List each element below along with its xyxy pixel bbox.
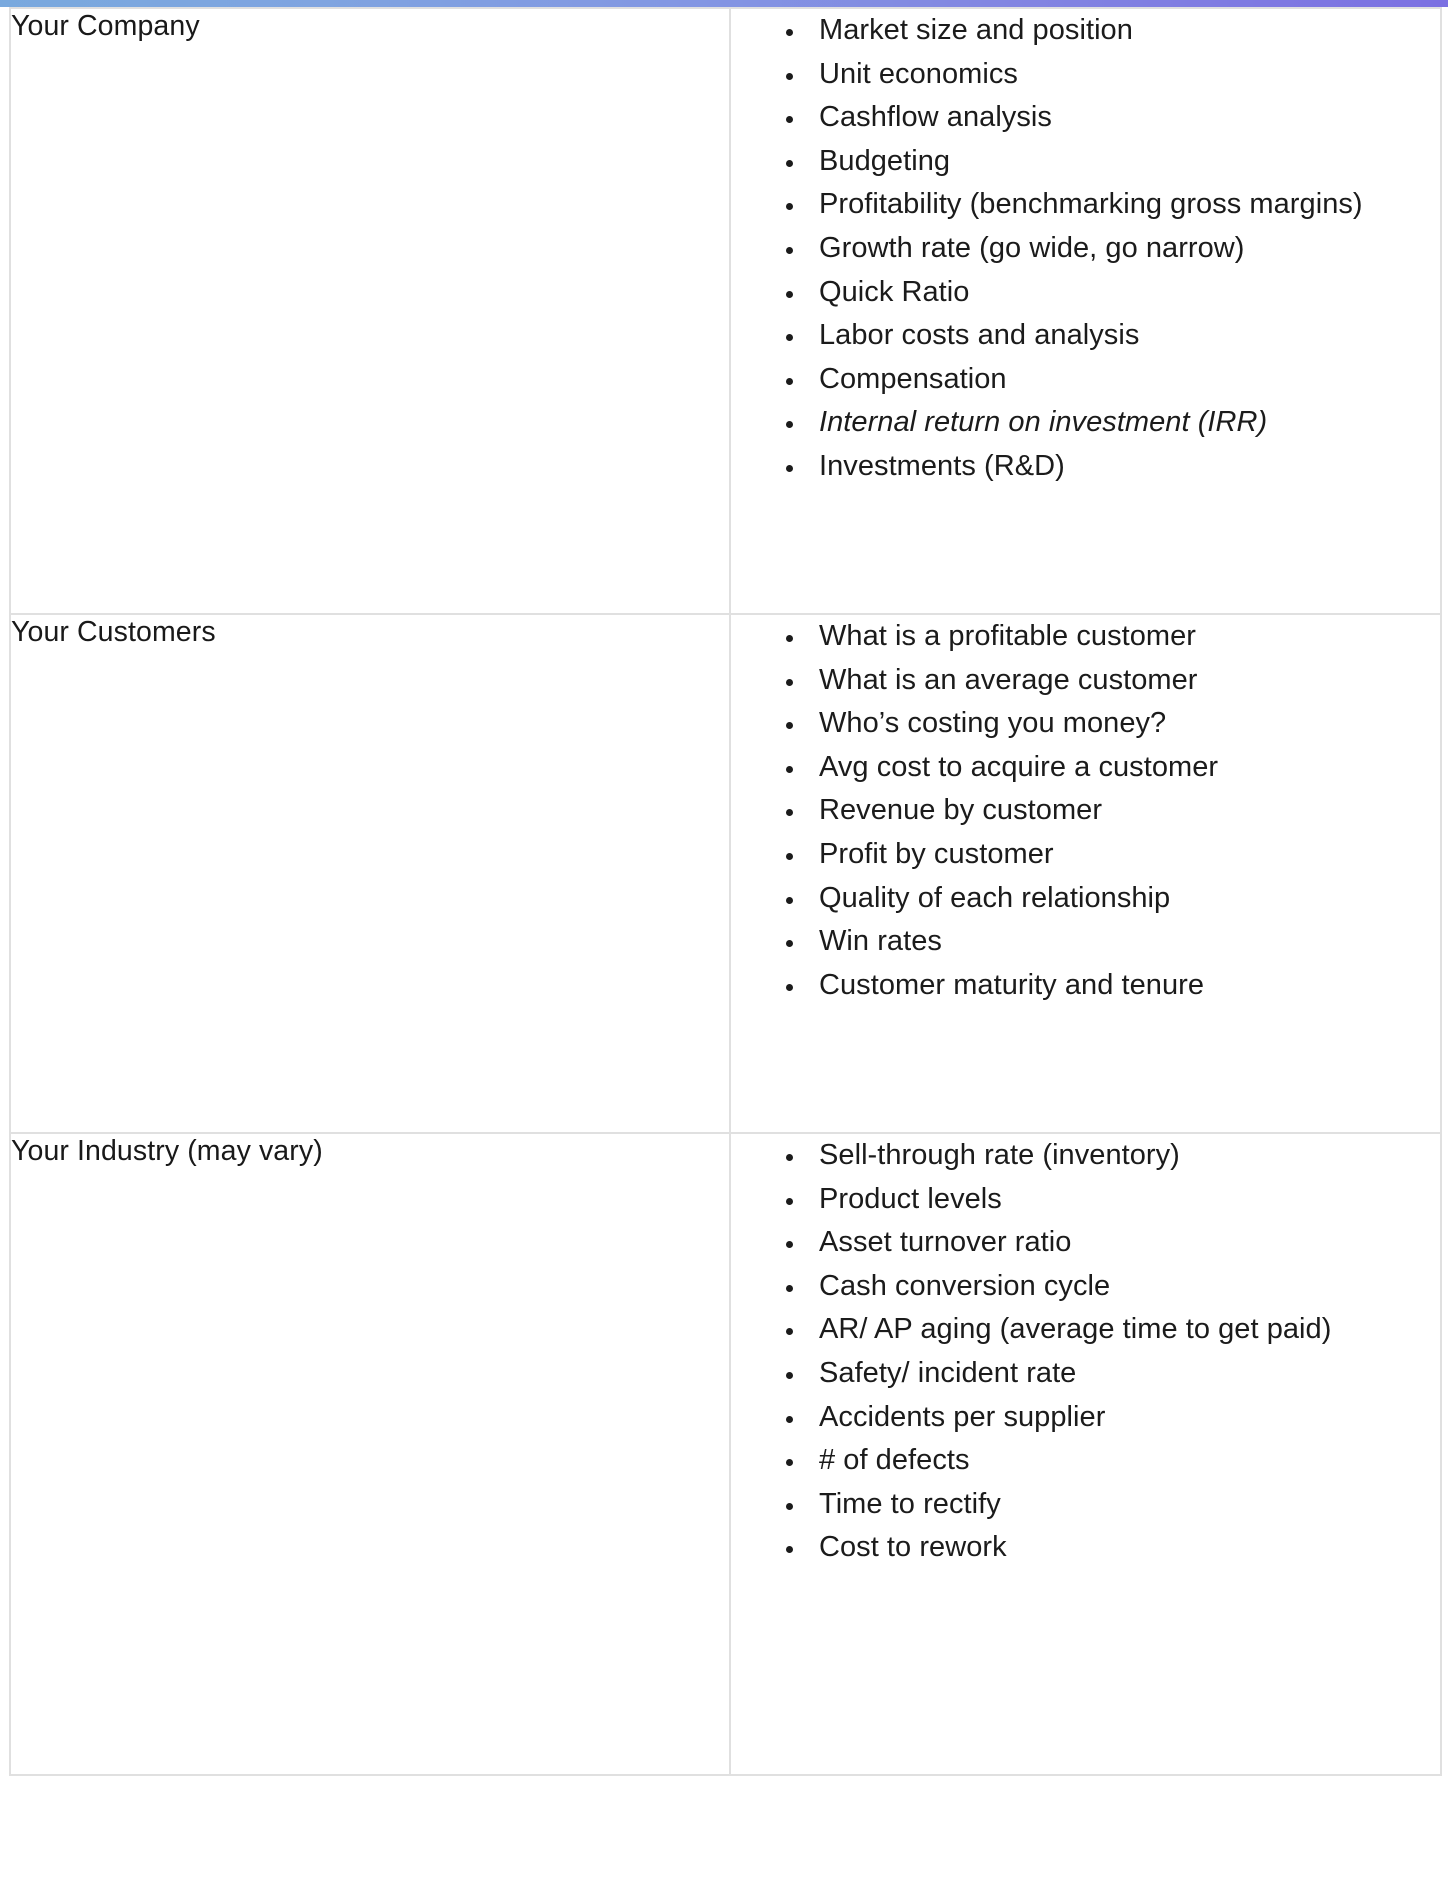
list-item: Compensation [807, 358, 1440, 402]
row-items-cell-customers: What is a profitable customer What is an… [729, 613, 1442, 1134]
table-row: Your Company Market size and position Un… [9, 7, 1442, 615]
list-item: Market size and position [807, 9, 1440, 53]
row-items-cell-industry: Sell-through rate (inventory) Product le… [729, 1132, 1442, 1776]
list-item: Labor costs and analysis [807, 314, 1440, 358]
row-label-cell-customers: Your Customers [9, 613, 731, 1134]
list-item: Investments (R&D) [807, 445, 1440, 489]
table-container: Your Company Market size and position Un… [9, 7, 1442, 1776]
list-item: Win rates [807, 920, 1440, 964]
top-gradient-divider [0, 0, 1448, 7]
list-item: Revenue by customer [807, 789, 1440, 833]
bullet-list-company: Market size and position Unit economics … [731, 9, 1440, 489]
bullet-list-customers: What is a profitable customer What is an… [731, 615, 1440, 1007]
table-row: Your Industry (may vary) Sell-through ra… [9, 1132, 1442, 1776]
list-item: Quick Ratio [807, 271, 1440, 315]
list-item: Cashflow analysis [807, 96, 1440, 140]
row-label-industry: Your Industry (may vary) [11, 1135, 323, 1167]
list-item: # of defects [807, 1439, 1440, 1483]
list-item: Customer maturity and tenure [807, 964, 1440, 1008]
list-item: Avg cost to acquire a customer [807, 746, 1440, 790]
list-item: What is an average customer [807, 659, 1440, 703]
list-item: Safety/ incident rate [807, 1352, 1440, 1396]
list-item: Time to rectify [807, 1483, 1440, 1527]
metrics-matrix-table: Your Company Market size and position Un… [9, 7, 1442, 1776]
list-item: Unit economics [807, 53, 1440, 97]
row-label-cell-industry: Your Industry (may vary) [9, 1132, 731, 1776]
list-item: Cash conversion cycle [807, 1265, 1440, 1309]
table-body: Your Company Market size and position Un… [9, 7, 1442, 1776]
list-item: Quality of each relationship [807, 877, 1440, 921]
row-label-customers: Your Customers [11, 616, 216, 648]
row-items-cell-company: Market size and position Unit economics … [729, 7, 1442, 615]
page-root: Your Company Market size and position Un… [0, 0, 1448, 1886]
list-item: Sell-through rate (inventory) [807, 1134, 1440, 1178]
list-item: Profit by customer [807, 833, 1440, 877]
list-item: Profitability (benchmarking gross margin… [807, 183, 1440, 227]
list-item: Asset turnover ratio [807, 1221, 1440, 1265]
row-label-company: Your Company [11, 10, 200, 42]
list-item: Growth rate (go wide, go narrow) [807, 227, 1440, 271]
list-item: Who’s costing you money? [807, 702, 1440, 746]
table-row: Your Customers What is a profitable cust… [9, 613, 1442, 1134]
list-item: What is a profitable customer [807, 615, 1440, 659]
list-item: Cost to rework [807, 1526, 1440, 1570]
row-label-cell-company: Your Company [9, 7, 731, 615]
list-item: Product levels [807, 1178, 1440, 1222]
list-item: Internal return on investment (IRR) [807, 401, 1440, 445]
list-item: Budgeting [807, 140, 1440, 184]
list-item: AR/ AP aging (average time to get paid) [807, 1308, 1440, 1352]
bullet-list-industry: Sell-through rate (inventory) Product le… [731, 1134, 1440, 1570]
list-item: Accidents per supplier [807, 1396, 1440, 1440]
